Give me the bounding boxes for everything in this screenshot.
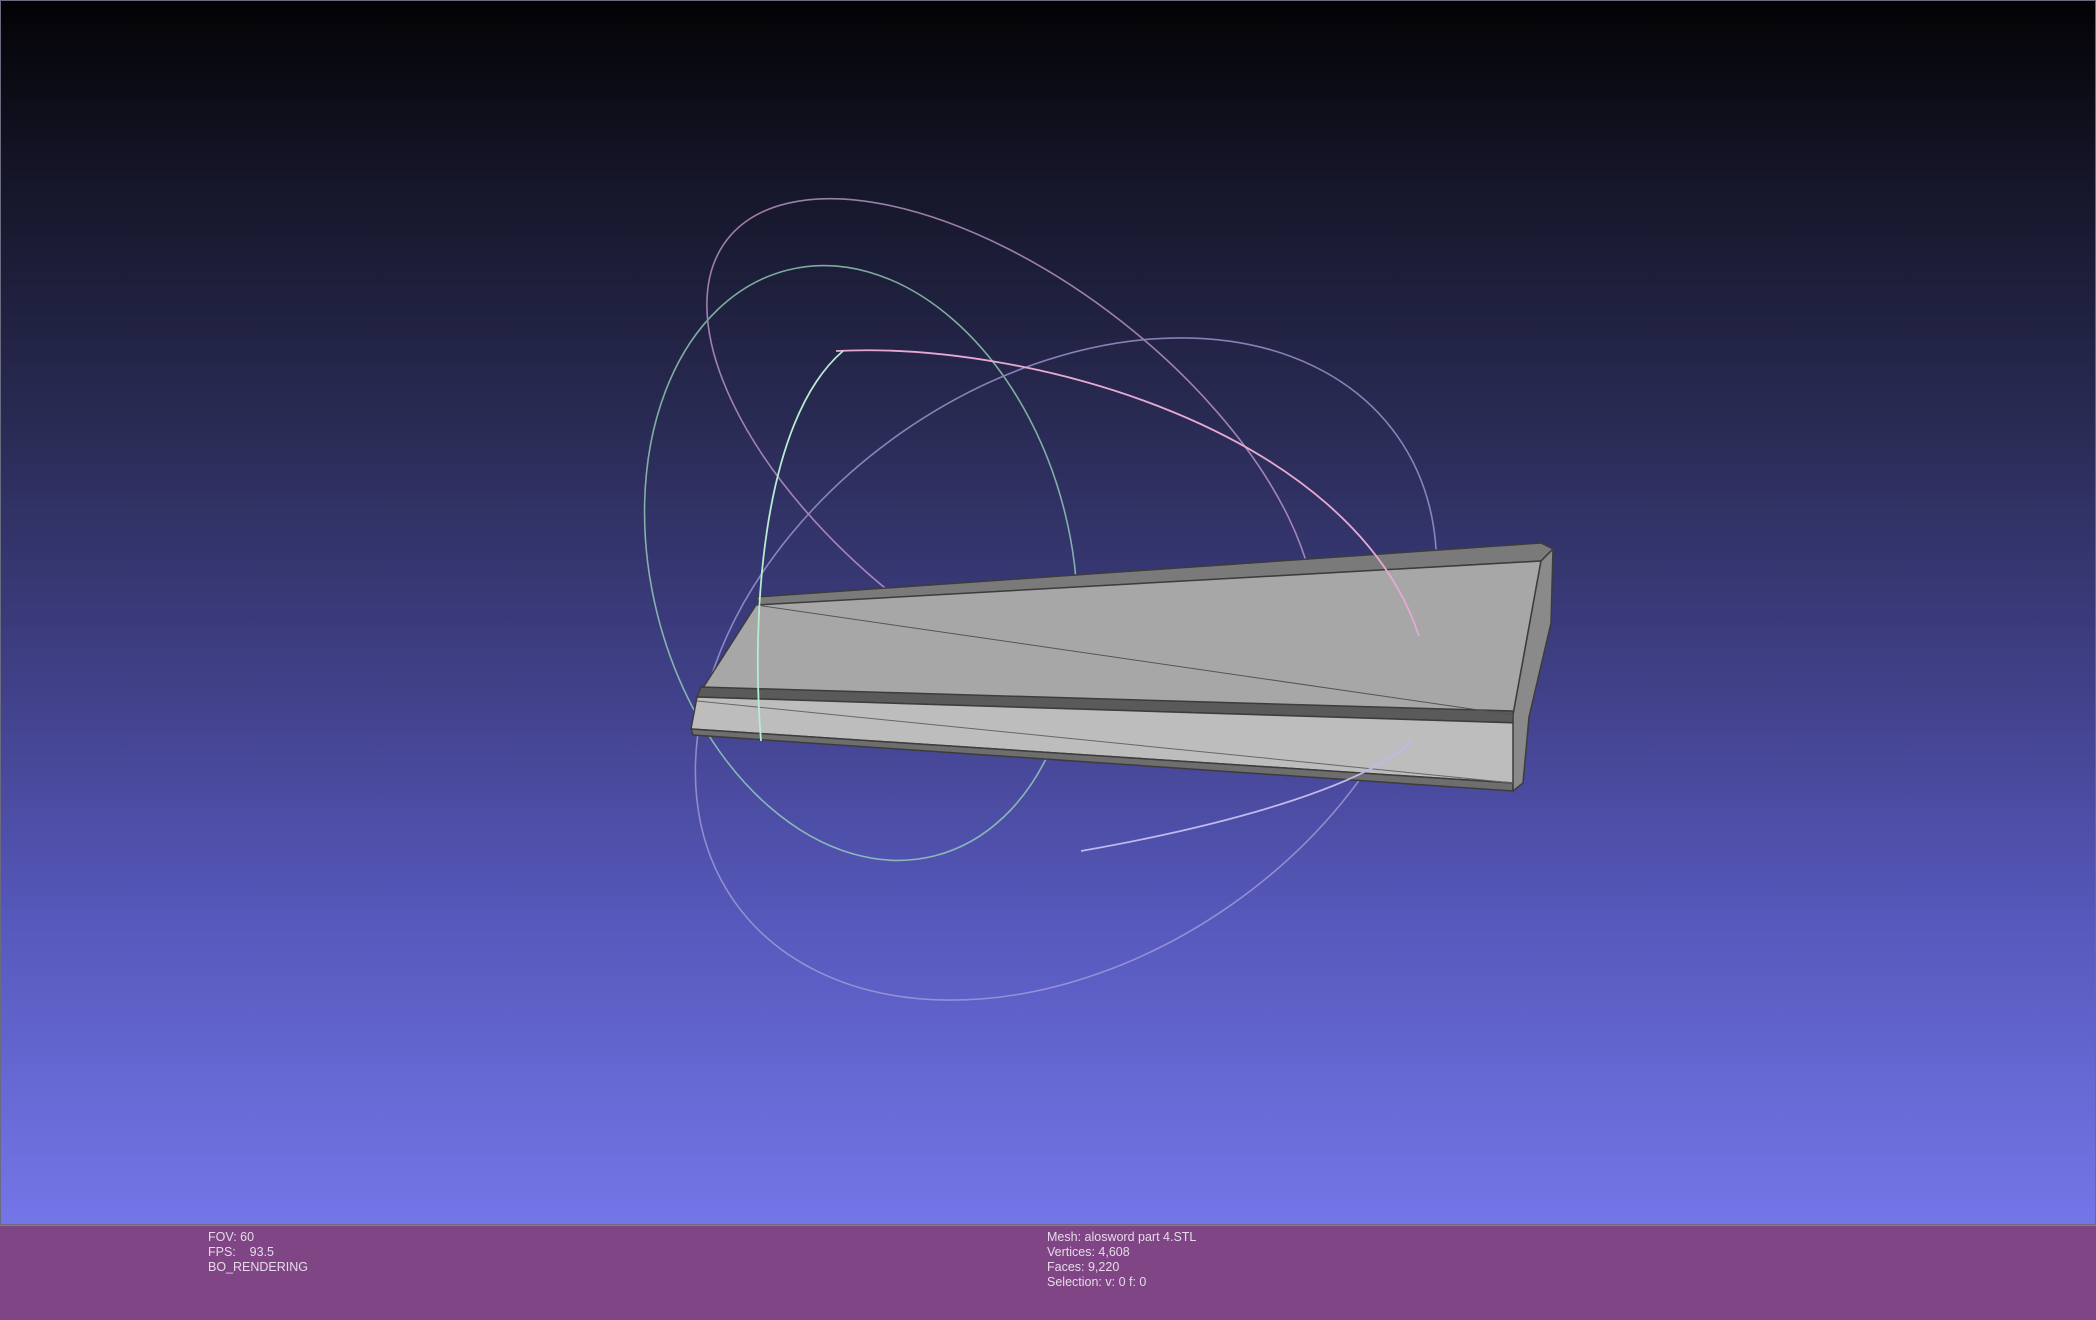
trackball-ring-green: [643, 264, 1079, 862]
scene-canvas[interactable]: [1, 1, 2096, 1226]
3d-viewport[interactable]: [0, 0, 2096, 1225]
mesh-object: [689, 542, 1555, 793]
vertices-label: Vertices: 4,608: [1047, 1245, 1130, 1259]
fps-label: FPS: 93.5: [208, 1245, 275, 1259]
selection-label: Selection: v: 0 f: 0: [1047, 1275, 1147, 1289]
faces-label: Faces: 9,220: [1047, 1260, 1120, 1274]
render-mode-label: BO_RENDERING: [208, 1260, 309, 1274]
info-bar: FOV: 60 FPS: 93.5 BO_RENDERING Mesh: alo…: [0, 1225, 2096, 1320]
fov-label: FOV: 60: [208, 1230, 255, 1244]
mesh-name-label: Mesh: alosword part 4.STL: [1047, 1230, 1197, 1244]
